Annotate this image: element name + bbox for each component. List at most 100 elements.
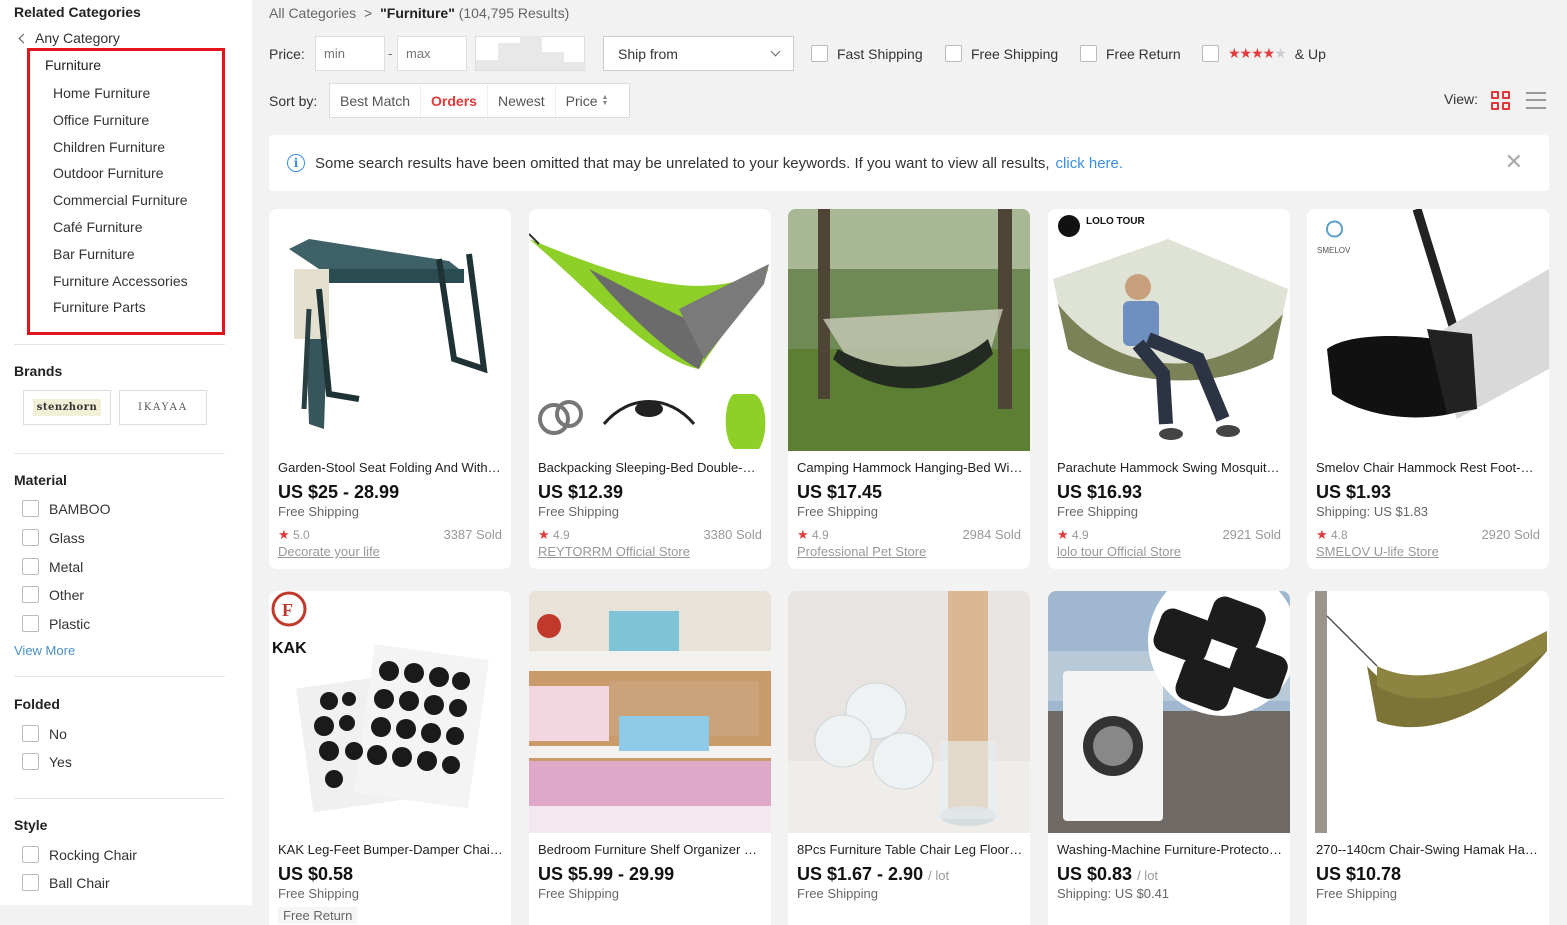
- subcategory-item[interactable]: Outdoor Furniture: [53, 164, 188, 191]
- product-title[interactable]: KAK Leg-Feet Bumper-Damper Chair Pads: [278, 842, 504, 857]
- checkbox[interactable]: [22, 725, 39, 742]
- brand-logo-text: IKAYAA: [137, 402, 189, 413]
- close-icon[interactable]: ✕: [1505, 151, 1523, 173]
- product-shipping: Free Shipping: [538, 504, 619, 519]
- sort-orders[interactable]: Orders: [421, 84, 488, 117]
- ship-from-dropdown[interactable]: Ship from: [603, 36, 794, 71]
- product-card[interactable]: Bedroom Furniture Shelf Organizer Rack U…: [529, 591, 771, 925]
- material-option[interactable]: Other: [22, 586, 84, 603]
- subcategory-item[interactable]: Children Furniture: [53, 138, 188, 165]
- store-link[interactable]: SMELOV U-life Store: [1316, 544, 1439, 559]
- subcategory-item[interactable]: Bar Furniture: [53, 245, 188, 272]
- option-label: Glass: [49, 529, 85, 546]
- checkbox[interactable]: [811, 45, 828, 62]
- product-title[interactable]: Backpacking Sleeping-Bed Double-Person H…: [538, 460, 764, 475]
- store-link[interactable]: REYTORRM Official Store: [538, 544, 690, 559]
- product-image[interactable]: [1307, 591, 1549, 833]
- product-card[interactable]: 270--140cm Chair-Swing Hamak Hammock US …: [1307, 591, 1549, 925]
- price-max-input[interactable]: [397, 36, 467, 71]
- subcategory-item[interactable]: Furniture Accessories: [53, 272, 188, 299]
- product-price: US $17.45: [797, 482, 883, 502]
- view-more-link[interactable]: View More: [14, 643, 75, 658]
- product-image[interactable]: [269, 209, 511, 451]
- rating-filter[interactable]: ★★★★★ & Up: [1202, 45, 1326, 62]
- product-title[interactable]: Smelov Chair Hammock Rest Foot-Rest Desk: [1316, 460, 1542, 475]
- click-here-link[interactable]: click here.: [1056, 155, 1124, 172]
- checkbox[interactable]: [22, 586, 39, 603]
- sort-label: Sort by:: [269, 93, 318, 109]
- fast-shipping-filter[interactable]: Fast Shipping: [811, 45, 923, 62]
- product-image[interactable]: SMELOV: [1307, 209, 1549, 451]
- product-card[interactable]: 8Pcs Furniture Table Chair Leg Floor Pro…: [788, 591, 1030, 925]
- subcategory-item[interactable]: Café Furniture: [53, 218, 188, 245]
- sort-arrows-icon: ▲ ▼: [601, 93, 609, 107]
- sort-newest[interactable]: Newest: [488, 84, 556, 117]
- product-title[interactable]: Camping Hammock Hanging-Bed With Net: [797, 460, 1023, 475]
- checkbox[interactable]: [22, 753, 39, 770]
- checkbox[interactable]: [22, 558, 39, 575]
- product-image[interactable]: F KAK: [269, 591, 511, 833]
- material-option[interactable]: BAMBOO: [22, 500, 110, 517]
- sort-best-match[interactable]: Best Match: [330, 84, 422, 117]
- product-sold-count: 2984 Sold: [962, 527, 1021, 542]
- brand-logo-ikayaa[interactable]: IKAYAA: [119, 390, 207, 425]
- store-link[interactable]: Professional Pet Store: [797, 544, 926, 559]
- subcategory-item[interactable]: Home Furniture: [53, 84, 188, 111]
- checkbox[interactable]: [22, 529, 39, 546]
- product-card[interactable]: Camping Hammock Hanging-Bed With Net US …: [788, 209, 1030, 569]
- category-root-furniture[interactable]: Furniture: [45, 57, 101, 73]
- material-option[interactable]: Metal: [22, 558, 83, 575]
- product-sold-count: 2920 Sold: [1481, 527, 1540, 542]
- sort-price[interactable]: Price ▲ ▼: [556, 84, 619, 117]
- product-card[interactable]: Washing-Machine Furniture-Protector Pads…: [1048, 591, 1290, 925]
- material-option[interactable]: Glass: [22, 529, 85, 546]
- grid-view-icon[interactable]: [1491, 91, 1510, 110]
- folded-option[interactable]: Yes: [22, 753, 72, 770]
- list-view-icon[interactable]: [1526, 92, 1546, 109]
- material-option[interactable]: Plastic: [22, 615, 90, 632]
- product-image[interactable]: [788, 591, 1030, 833]
- brand-logo-stenzhorn[interactable]: stenzhorn: [23, 390, 111, 425]
- product-card[interactable]: F KAK KAK Leg-Feet Bumper-Damper Chair P…: [269, 591, 511, 925]
- checkbox[interactable]: [22, 615, 39, 632]
- checkbox[interactable]: [1080, 45, 1097, 62]
- checkbox[interactable]: [22, 846, 39, 863]
- product-card[interactable]: Backpacking Sleeping-Bed Double-Person H…: [529, 209, 771, 569]
- checkbox[interactable]: [22, 874, 39, 891]
- product-image[interactable]: [788, 209, 1030, 451]
- checkbox[interactable]: [22, 500, 39, 517]
- checkbox[interactable]: [1202, 45, 1219, 62]
- product-image[interactable]: [529, 209, 771, 451]
- store-link[interactable]: lolo tour Official Store: [1057, 544, 1181, 559]
- store-link[interactable]: Decorate your life: [278, 544, 380, 559]
- subcategory-item[interactable]: Commercial Furniture: [53, 191, 188, 218]
- style-option[interactable]: Rocking Chair: [22, 846, 137, 863]
- breadcrumb-root-link[interactable]: All Categories: [269, 5, 356, 21]
- style-option[interactable]: Ball Chair: [22, 874, 110, 891]
- product-card[interactable]: LOLO TOUR Parachute Hammock Swing Mosqui…: [1048, 209, 1290, 569]
- product-image[interactable]: LOLO TOUR: [1048, 209, 1290, 451]
- checkbox[interactable]: [945, 45, 962, 62]
- product-title[interactable]: Parachute Hammock Swing Mosquito Net: [1057, 460, 1283, 475]
- price-histogram-slider[interactable]: [475, 36, 586, 71]
- product-title[interactable]: Garden-Stool Seat Folding And With Knee …: [278, 460, 504, 475]
- product-shipping: Shipping: US $1.83: [1316, 504, 1429, 519]
- product-title[interactable]: 270--140cm Chair-Swing Hamak Hammock: [1316, 842, 1542, 857]
- product-card[interactable]: Garden-Stool Seat Folding And With Knee …: [269, 209, 511, 569]
- any-category-link[interactable]: Any Category: [18, 30, 120, 46]
- product-title[interactable]: Bedroom Furniture Shelf Organizer Rack: [538, 842, 764, 857]
- free-return-filter[interactable]: Free Return: [1080, 45, 1181, 62]
- product-title[interactable]: 8Pcs Furniture Table Chair Leg Floor Pro…: [797, 842, 1023, 857]
- subcategory-item[interactable]: Office Furniture: [53, 111, 188, 138]
- product-title[interactable]: Washing-Machine Furniture-Protector Pads: [1057, 842, 1283, 857]
- folded-option[interactable]: No: [22, 725, 67, 742]
- subcategory-item[interactable]: Furniture Parts: [53, 298, 188, 325]
- price-min-input[interactable]: [315, 36, 385, 71]
- free-shipping-filter[interactable]: Free Shipping: [945, 45, 1058, 62]
- info-icon: i: [287, 154, 305, 172]
- product-card[interactable]: SMELOV Smelov Chair Hammock Rest Foot-Re…: [1307, 209, 1549, 569]
- product-image[interactable]: [529, 591, 771, 833]
- product-image[interactable]: [1048, 591, 1290, 833]
- star-icon: ★: [538, 527, 550, 542]
- breadcrumb-separator: >: [364, 5, 373, 21]
